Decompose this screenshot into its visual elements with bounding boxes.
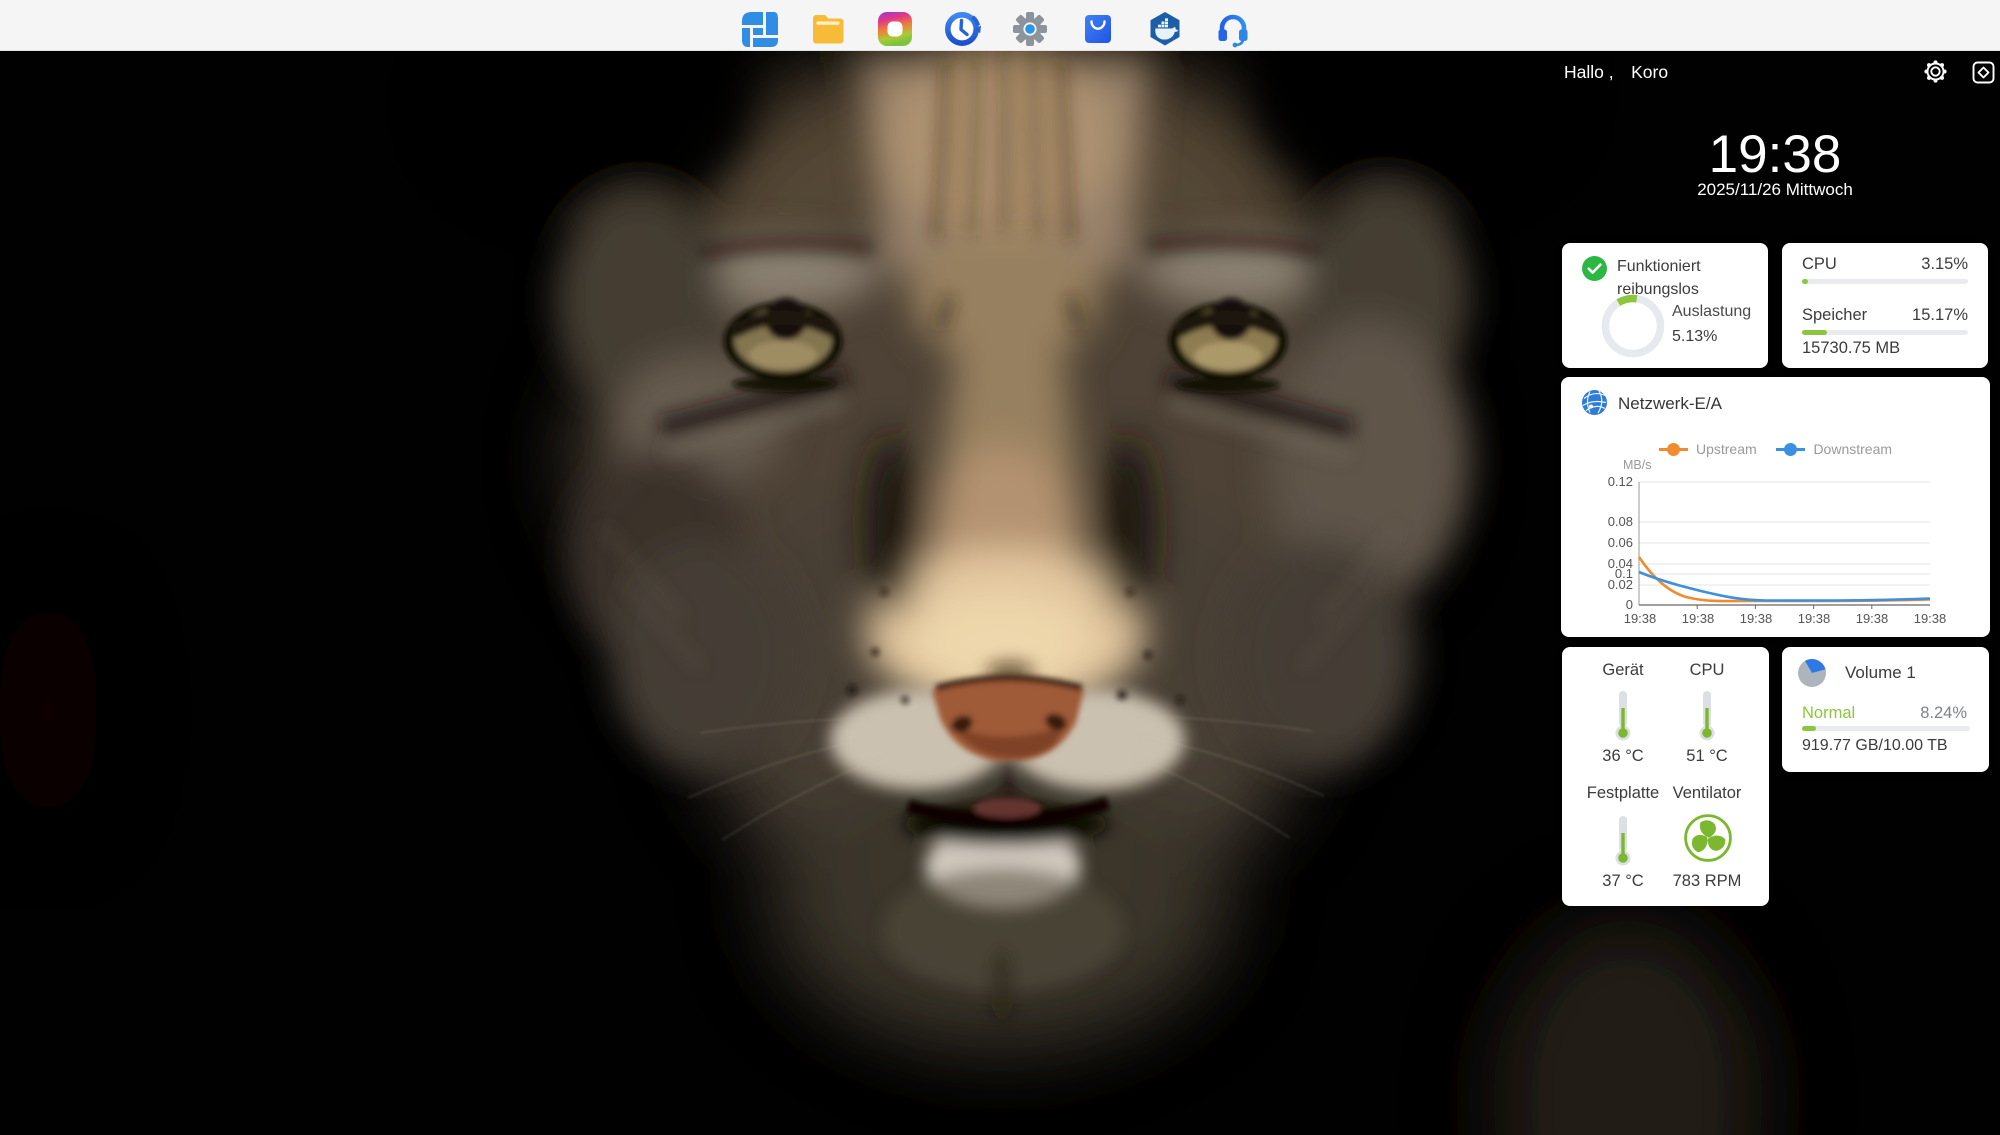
svg-text:19:38: 19:38	[1856, 611, 1889, 626]
svg-text:0: 0	[1626, 597, 1633, 612]
svg-text:19:38: 19:38	[1798, 611, 1831, 626]
svg-text:19:38: 19:38	[1914, 611, 1947, 626]
svg-text:0.12: 0.12	[1608, 475, 1633, 489]
svg-text:19:38: 19:38	[1740, 611, 1773, 626]
svg-text:19:38: 19:38	[1624, 611, 1657, 626]
svg-text:0.06: 0.06	[1608, 535, 1633, 550]
svg-text:0.02: 0.02	[1608, 577, 1633, 592]
svg-text:0.08: 0.08	[1608, 514, 1633, 529]
svg-text:19:38: 19:38	[1682, 611, 1715, 626]
